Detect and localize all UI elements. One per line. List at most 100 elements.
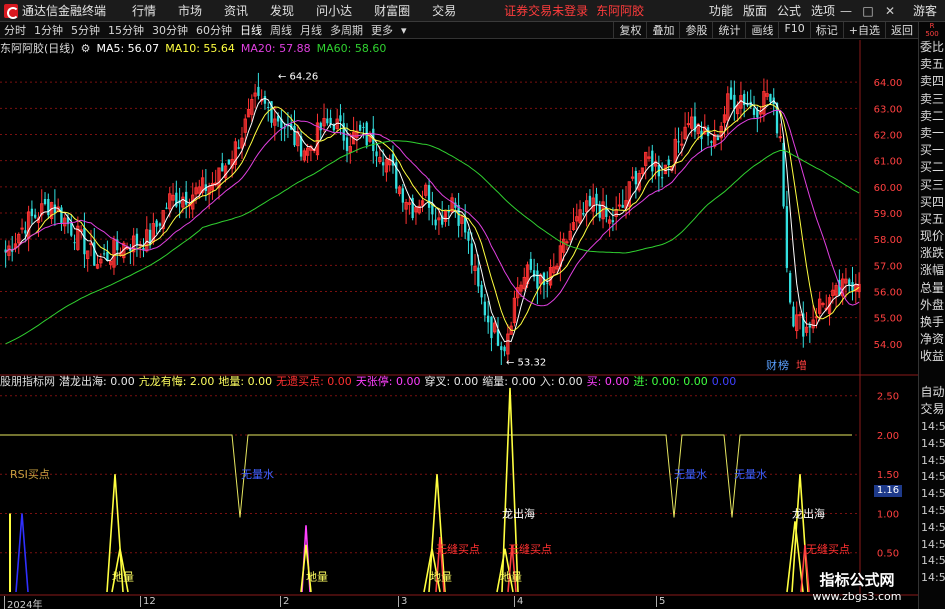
chevron-down-icon[interactable]: ▾ bbox=[397, 24, 411, 37]
indicator-item: 进: 0.00 bbox=[633, 375, 677, 388]
watermark-url: www.zbgs3.com bbox=[812, 590, 902, 603]
price-tick-label: 61.00 bbox=[874, 157, 903, 168]
panel-header: R 500 bbox=[919, 22, 945, 39]
candle-body bbox=[798, 314, 802, 317]
candle-body bbox=[617, 204, 622, 207]
period-tab-monthly[interactable]: 月线 bbox=[296, 22, 326, 38]
back-button[interactable]: 返回 bbox=[885, 22, 918, 38]
candle-body bbox=[47, 198, 50, 216]
period-tab-daily[interactable]: 日线 bbox=[236, 22, 266, 38]
date-tick-label: 2024年 bbox=[4, 596, 42, 609]
indicator-item: 地量: 0.00 bbox=[218, 375, 273, 388]
period-tab-60min[interactable]: 60分钟 bbox=[192, 22, 236, 38]
sub-tick-label: 2.00 bbox=[877, 431, 899, 442]
quote-label: 外盘 bbox=[919, 297, 944, 312]
price-tick-label: 57.00 bbox=[874, 261, 903, 272]
ma10-label: MA10: 55.64 bbox=[165, 41, 235, 55]
candle-body bbox=[43, 198, 47, 205]
sub-tick-label: 2.50 bbox=[877, 392, 899, 403]
quote-label: 收益 bbox=[919, 349, 944, 364]
date-axis: 2024年 12 2 3 4 5 bbox=[0, 596, 860, 609]
period-tab-more[interactable]: 更多 bbox=[367, 22, 397, 38]
menu-community[interactable]: 财富圈 bbox=[374, 2, 410, 19]
draw-button[interactable]: 画线 bbox=[745, 22, 778, 38]
no-volume-label: 无量水 bbox=[674, 468, 707, 481]
menu-formula[interactable]: 公式 bbox=[777, 2, 801, 19]
candle-body bbox=[362, 126, 365, 128]
menu-market[interactable]: 行情 bbox=[132, 2, 156, 19]
candle-body bbox=[677, 141, 680, 143]
period-tab-minute-chart[interactable]: 分时 bbox=[0, 22, 30, 38]
menu-options[interactable]: 选项 bbox=[811, 2, 835, 19]
stock-name-label: 东阿阿胶(日线) bbox=[0, 42, 75, 55]
indicator-legend: 股朋指标网 潜龙出海: 0.00 亢龙有悔: 2.00 地量: 0.00 无遗买… bbox=[0, 373, 740, 389]
holding-button[interactable]: 参股 bbox=[679, 22, 712, 38]
date-tick-label: 4 bbox=[514, 596, 523, 607]
menu-news[interactable]: 资讯 bbox=[224, 2, 248, 19]
candle-body bbox=[710, 141, 713, 143]
stock-title: 东阿阿胶 bbox=[596, 4, 645, 18]
dragon-label: 龙出海 bbox=[502, 506, 535, 520]
ma20-label: MA20: 57.88 bbox=[240, 41, 311, 55]
menu-discover[interactable]: 发现 bbox=[270, 2, 294, 19]
overlay-button[interactable]: 叠加 bbox=[646, 22, 679, 38]
candlestick-chart[interactable]: 64.00 63.00 62.00 61.00 60.00 59.00 58.00 57.00… bbox=[0, 40, 918, 596]
minimize-icon[interactable]: — bbox=[835, 2, 857, 20]
candle-body bbox=[267, 106, 270, 108]
auto-trade-label[interactable]: 自动 bbox=[919, 384, 945, 401]
title-bar: 通达信金融终端 行情 市场 资讯 发现 问小达 财富圈 交易 证券交易未登录 东… bbox=[0, 0, 945, 22]
candle-body bbox=[480, 284, 483, 298]
candle-body bbox=[381, 162, 385, 166]
candle-body bbox=[24, 230, 27, 234]
candle-body bbox=[185, 191, 188, 205]
mark-button[interactable]: 标记 bbox=[809, 22, 843, 38]
menu-function[interactable]: 功能 bbox=[709, 2, 733, 19]
period-tab-weekly[interactable]: 周线 bbox=[266, 22, 296, 38]
finance-tag: 财 bbox=[766, 358, 777, 372]
candle-body bbox=[500, 346, 503, 351]
menu-trade[interactable]: 交易 bbox=[432, 2, 456, 19]
candle-body bbox=[651, 150, 654, 172]
rsi-buy-label: RSI买点 bbox=[10, 468, 50, 481]
candle-body bbox=[155, 220, 158, 227]
candle-body bbox=[467, 231, 470, 241]
close-icon[interactable]: ✕ bbox=[879, 2, 901, 20]
quote-label: 买三 bbox=[919, 177, 944, 192]
period-tab-multi[interactable]: 多周期 bbox=[326, 22, 367, 38]
price-tick-label: 59.00 bbox=[874, 209, 903, 220]
candle-body bbox=[221, 163, 224, 172]
candle-body bbox=[808, 325, 811, 328]
adjust-button[interactable]: 复权 bbox=[613, 22, 646, 38]
trade-label[interactable]: 交易 bbox=[919, 401, 945, 418]
quote-label: 卖五 bbox=[919, 57, 944, 72]
period-tab-5min[interactable]: 5分钟 bbox=[67, 22, 104, 38]
menu-exchange[interactable]: 市场 bbox=[178, 2, 202, 19]
add-watchlist-button[interactable]: +自选 bbox=[842, 22, 885, 38]
quote-label: 涨跌 bbox=[919, 246, 944, 261]
period-tab-1min[interactable]: 1分钟 bbox=[30, 22, 67, 38]
login-status[interactable]: 证券交易未登录 bbox=[504, 2, 588, 19]
price-tick-label: 60.00 bbox=[874, 183, 903, 194]
maximize-icon[interactable]: □ bbox=[857, 2, 879, 20]
indicator-item: 亢龙有悔: 2.00 bbox=[138, 375, 215, 388]
settings-icon[interactable]: ⚙ bbox=[81, 42, 91, 55]
candle-body bbox=[782, 143, 785, 207]
stats-button[interactable]: 统计 bbox=[712, 22, 745, 38]
guest-user[interactable]: 游客 bbox=[913, 2, 937, 19]
candle-body bbox=[257, 86, 260, 96]
quote-labels: 委比 卖五 卖四 卖三 卖二 卖一 买一 买二 买三 买四 买五 现价 涨跌 涨幅 总量 外盘 换手 净资 收益 bbox=[919, 39, 945, 366]
menu-ask[interactable]: 问小达 bbox=[316, 2, 352, 19]
candle-body bbox=[634, 170, 638, 185]
period-tab-30min[interactable]: 30分钟 bbox=[148, 22, 192, 38]
price-tick-label: 58.00 bbox=[874, 235, 903, 246]
low-volume-label: 地量 bbox=[306, 570, 328, 583]
price-tick-label: 55.00 bbox=[874, 314, 903, 325]
candle-body bbox=[588, 195, 592, 206]
f10-button[interactable]: F10 bbox=[778, 22, 809, 38]
period-tab-15min[interactable]: 15分钟 bbox=[104, 22, 148, 38]
watermark: 指标公式网 www.zbgs3.com bbox=[797, 569, 917, 609]
candle-body bbox=[483, 301, 487, 316]
menu-layout[interactable]: 版面 bbox=[743, 2, 767, 19]
candle-body bbox=[595, 193, 598, 204]
candle-body bbox=[490, 316, 493, 339]
